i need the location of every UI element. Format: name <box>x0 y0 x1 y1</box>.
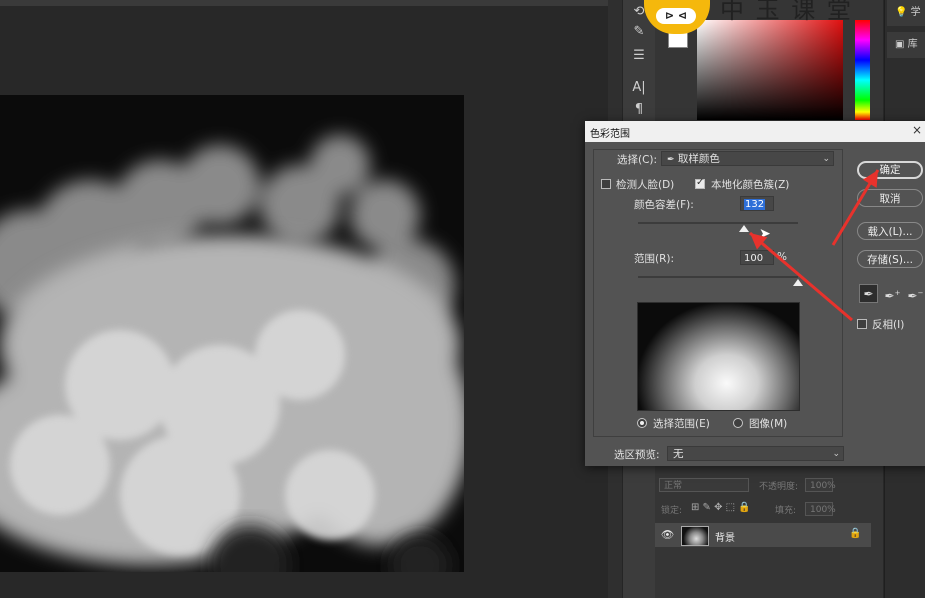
fuzziness-slider-thumb[interactable] <box>738 225 749 232</box>
invert-checkbox[interactable] <box>857 319 867 329</box>
color-field[interactable] <box>697 20 843 120</box>
blend-mode-select[interactable]: 正常 <box>659 478 749 492</box>
ok-button[interactable]: 确定 <box>857 161 923 179</box>
eyedropper-minus-icon[interactable]: ✒− <box>906 284 925 303</box>
lock-icons[interactable]: ⊞ ✎ ✥ ⬚ 🔒 <box>691 502 751 513</box>
mouse-cursor-icon: ➤ <box>759 226 771 242</box>
detect-faces-checkbox[interactable] <box>601 179 611 189</box>
fuzziness-label: 颜色容差(F): <box>634 199 694 211</box>
lock-label: 锁定: <box>661 506 683 516</box>
localized-clusters-checkbox[interactable] <box>695 177 705 189</box>
select-label: 选择(C): <box>617 154 658 166</box>
opacity-field[interactable]: 100% <box>805 478 836 492</box>
lock-icon: 🔒 <box>849 528 862 539</box>
brush-icon[interactable]: ✎ <box>629 22 649 42</box>
document-tab-bar <box>0 0 608 6</box>
lightbulb-icon: 💡 <box>895 7 908 18</box>
chevron-down-icon: ⌄ <box>832 449 840 459</box>
layers-options-row: 正常 不透明度: 100% <box>655 476 883 496</box>
selection-preview-image <box>637 302 800 411</box>
preview-label: 选区预览: <box>614 449 660 461</box>
visibility-eye-icon[interactable]: 👁 <box>661 528 674 541</box>
fuzziness-slider-track[interactable] <box>638 222 798 224</box>
localized-clusters-label: 本地化颜色簇(Z) <box>711 179 790 191</box>
detect-faces-label: 检测人脸(D) <box>616 179 675 191</box>
libraries-label: 库 <box>907 39 918 50</box>
fuzziness-input[interactable]: 132 <box>740 196 774 211</box>
image-radio[interactable] <box>733 418 743 428</box>
opacity-label: 不透明度: <box>759 482 799 492</box>
fill-field[interactable]: 100% <box>805 502 836 516</box>
cancel-button[interactable]: 取消 <box>857 189 923 207</box>
chevron-down-icon: ⌄ <box>822 154 830 164</box>
watermark-text: 中 玉 课 堂 <box>720 0 853 24</box>
fuzziness-value: 132 <box>744 199 766 210</box>
layers-lock-row: 锁定: ⊞ ✎ ✥ ⬚ 🔒 填充: 100% <box>655 500 883 518</box>
range-label: 范围(R): <box>634 253 675 265</box>
smoke-image <box>0 95 464 572</box>
selection-preview-value: 无 <box>673 448 684 460</box>
select-value: 取样颜色 <box>677 153 720 165</box>
eyedropper-icon: ✒ <box>667 155 675 165</box>
dialog-title: 色彩范围 <box>590 129 630 140</box>
eyedropper-icon[interactable]: ✒ <box>859 284 878 303</box>
close-icon[interactable]: × <box>912 123 922 137</box>
fill-value: 100% <box>810 505 836 515</box>
select-dropdown[interactable]: ✒ 取样颜色 ⌄ <box>661 151 834 166</box>
save-button[interactable]: 存储(S)... <box>857 250 923 268</box>
selection-radio[interactable] <box>637 418 647 428</box>
load-button[interactable]: 载入(L)... <box>857 222 923 240</box>
library-icon: ▣ <box>895 39 905 50</box>
learn-panel-button[interactable]: 💡 学 <box>887 0 925 26</box>
color-range-dialog: 色彩范围 × 选择(C): ✒ 取样颜色 ⌄ 检测人脸(D) 本地化颜色簇(Z)… <box>585 121 925 466</box>
selection-radio-label: 选择范围(E) <box>653 418 710 430</box>
hue-slider[interactable] <box>855 20 870 120</box>
selection-preview-dropdown[interactable]: 无 ⌄ <box>667 446 844 461</box>
character-icon[interactable]: A| <box>629 78 649 98</box>
range-input[interactable]: 100 <box>740 250 774 265</box>
layer-name: 背景 <box>715 533 735 544</box>
invert-label: 反相(I) <box>872 319 905 331</box>
paragraph-icon[interactable]: ¶ <box>629 100 649 120</box>
range-value: 100 <box>744 253 764 264</box>
adjustments-icon[interactable]: ☰ <box>629 46 649 66</box>
learn-label: 学 <box>910 7 921 18</box>
image-radio-label: 图像(M) <box>749 418 788 430</box>
image-canvas[interactable] <box>0 95 464 572</box>
opacity-value: 100% <box>810 481 836 491</box>
blend-mode-value: 正常 <box>664 481 683 491</box>
eyedropper-plus-icon[interactable]: ✒+ <box>883 284 902 303</box>
libraries-panel-button[interactable]: ▣ 库 <box>887 32 925 58</box>
range-unit: % <box>777 251 787 263</box>
range-slider-thumb[interactable] <box>793 279 803 286</box>
dialog-titlebar: 色彩范围 × <box>585 121 925 142</box>
range-slider-track[interactable] <box>638 276 798 278</box>
fill-label: 填充: <box>775 506 797 516</box>
layer-thumbnail <box>681 526 709 546</box>
